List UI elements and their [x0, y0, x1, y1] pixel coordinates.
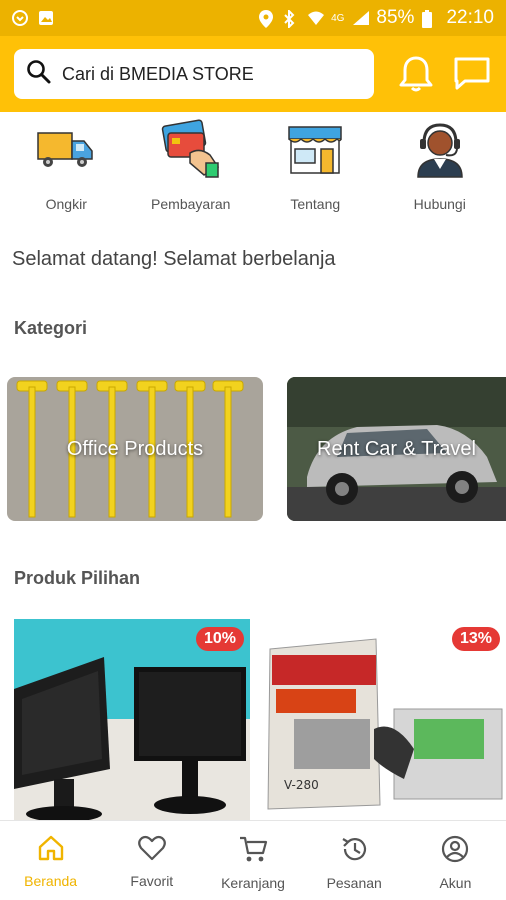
- product-card-monitor[interactable]: 10%: [14, 619, 250, 824]
- produk-pilihan-title: Produk Pilihan: [14, 568, 141, 588]
- clock: 22:10: [446, 7, 494, 28]
- discount-badge: 13%: [451, 627, 500, 651]
- account-icon: [441, 835, 469, 867]
- nav-label: Beranda: [24, 873, 78, 889]
- category-rent-car-travel[interactable]: Rent Car & Travel: [287, 377, 506, 521]
- wifi-icon: [307, 10, 325, 26]
- image-icon: [38, 10, 54, 26]
- app-header: Cari di BMEDIA STORE: [0, 36, 506, 112]
- discount-badge: 10%: [195, 627, 244, 651]
- location-icon: [259, 10, 275, 28]
- product-card-power-supply[interactable]: V-280 13%: [264, 619, 506, 824]
- bluetooth-icon: [283, 8, 299, 30]
- shortcut-tentang[interactable]: Tentang: [260, 112, 370, 222]
- search-input[interactable]: Cari di BMEDIA STORE: [62, 64, 254, 85]
- shortcut-row: Ongkir Pembayaran Tentang Hubungi: [0, 112, 506, 222]
- heart-icon: [137, 835, 166, 865]
- cart-icon: [238, 835, 268, 867]
- battery-icon: [422, 10, 438, 28]
- shortcut-ongkir[interactable]: Ongkir: [11, 112, 121, 222]
- store-icon: [284, 118, 346, 180]
- nav-keranjang[interactable]: Keranjang: [202, 821, 303, 900]
- shortcut-hubungi[interactable]: Hubungi: [385, 112, 495, 222]
- nav-pesanan[interactable]: Pesanan: [304, 821, 405, 900]
- nav-label: Akun: [439, 875, 472, 891]
- notification-icon: [12, 10, 28, 26]
- network-type: 4G: [331, 12, 345, 24]
- battery-percent: 85%: [376, 7, 415, 28]
- nav-beranda[interactable]: Beranda: [0, 821, 101, 900]
- nav-favorit[interactable]: Favorit: [101, 821, 202, 900]
- shortcut-pembayaran[interactable]: Pembayaran: [136, 112, 246, 222]
- status-bar: 4G 85% 22:10: [0, 0, 506, 36]
- shortcut-label: Tentang: [290, 196, 341, 212]
- svg-text:V-280: V-280: [284, 778, 319, 792]
- chat-icon[interactable]: [452, 54, 492, 94]
- nav-label: Pesanan: [326, 875, 382, 891]
- shortcut-label: Hubungi: [413, 196, 466, 212]
- nav-label: Keranjang: [221, 875, 285, 891]
- shortcut-label: Pembayaran: [151, 196, 231, 212]
- shortcut-label: Ongkir: [45, 196, 87, 212]
- category-office-products[interactable]: Office Products: [7, 377, 263, 521]
- history-icon: [340, 835, 368, 867]
- category-label: Office Products: [66, 437, 204, 460]
- welcome-text: Selamat datang! Selamat berbelanja: [12, 248, 336, 270]
- home-icon: [37, 835, 65, 865]
- nav-label: Favorit: [130, 873, 174, 889]
- bell-icon[interactable]: [396, 54, 436, 94]
- category-label: Rent Car & Travel: [317, 437, 476, 460]
- search-bar[interactable]: Cari di BMEDIA STORE: [14, 49, 374, 99]
- card-payment-icon: [160, 118, 222, 180]
- nav-akun[interactable]: Akun: [405, 821, 506, 900]
- kategori-title: Kategori: [14, 318, 88, 338]
- support-agent-icon: [409, 118, 471, 180]
- signal-icon: [352, 10, 370, 26]
- bottom-navigation: Beranda Favorit Keranjang Pesanan Akun: [0, 820, 506, 900]
- search-icon: [26, 59, 52, 89]
- truck-icon: [35, 118, 97, 180]
